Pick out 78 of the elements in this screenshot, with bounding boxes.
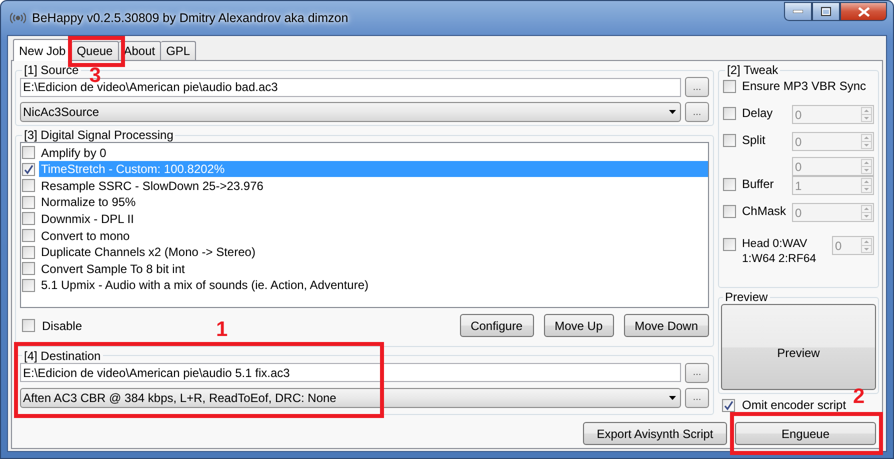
field-value: 0 bbox=[795, 206, 802, 220]
dropdown[interactable]: NicAc3Source bbox=[20, 102, 681, 122]
checkbox[interactable] bbox=[22, 146, 35, 160]
checkbox-label: Ensure MP3 VBR Sync bbox=[742, 78, 866, 94]
browse-button[interactable]: ... bbox=[685, 102, 709, 122]
checkbox[interactable] bbox=[723, 238, 736, 251]
list-item[interactable]: Normalize to 95% bbox=[39, 194, 708, 210]
group-title: [1] Source bbox=[23, 63, 80, 77]
minimize-icon bbox=[793, 10, 803, 13]
checkbox-label: ChMask bbox=[742, 203, 786, 219]
list-item[interactable]: 5.1 Upmix - Audio with a mix of sounds (ie. Action, Adventure) bbox=[39, 277, 708, 294]
checkbox[interactable] bbox=[22, 179, 35, 192]
dropdown[interactable]: Aften AC3 CBR @ 384 kbps, L+R, ReadToEof, DRC: None bbox=[20, 388, 681, 408]
export-button[interactable]: Export Avisynth Script bbox=[583, 422, 727, 445]
field-value: 0 bbox=[795, 134, 802, 148]
checkbox[interactable] bbox=[22, 162, 35, 176]
minimize-button[interactable] bbox=[784, 2, 812, 21]
list-item[interactable]: Convert Sample To 8 bit int bbox=[39, 260, 708, 277]
checkbox[interactable] bbox=[22, 319, 35, 332]
tab[interactable]: GPL bbox=[161, 41, 196, 60]
spinner-arrows-icon bbox=[861, 159, 872, 174]
dropdown-value: Aften AC3 CBR @ 384 kbps, L+R, ReadToEof, DRC: None bbox=[23, 390, 338, 405]
field-value: 1 bbox=[795, 178, 802, 192]
action-button[interactable]: Move Up bbox=[544, 314, 614, 338]
maximize-button[interactable] bbox=[812, 2, 840, 21]
checkbox[interactable] bbox=[22, 278, 35, 292]
maximize-icon bbox=[821, 7, 831, 16]
path-field[interactable]: E:\Edicion de video\American pie\audio 5.1 fix.ac3 bbox=[20, 363, 681, 382]
checkbox[interactable] bbox=[723, 178, 736, 191]
checkbox[interactable] bbox=[22, 212, 35, 226]
group-title: [3] Digital Signal Processing bbox=[23, 128, 174, 142]
checkbox[interactable] bbox=[22, 246, 35, 259]
group-title: [2] Tweak bbox=[726, 63, 780, 77]
checkbox-label: Buffer bbox=[742, 176, 775, 192]
checkbox-label: Split bbox=[742, 132, 766, 148]
group-title: Preview bbox=[724, 290, 769, 304]
browse-button[interactable]: ... bbox=[685, 362, 709, 383]
spinner-arrows-icon bbox=[861, 238, 872, 253]
action-button[interactable]: Configure bbox=[460, 314, 534, 338]
checkbox[interactable] bbox=[22, 196, 35, 209]
spinner-arrows-icon bbox=[861, 178, 872, 193]
browse-button[interactable]: ... bbox=[685, 388, 709, 408]
field-value: 0 bbox=[795, 108, 802, 122]
spinner-arrows-icon bbox=[861, 134, 872, 149]
list-item[interactable]: Resample SSRC - SlowDown 25->23.976 bbox=[39, 178, 708, 194]
list-item[interactable]: Downmix - DPL II bbox=[39, 210, 708, 227]
highlight-frame bbox=[68, 36, 125, 67]
dropdown-value: NicAc3Source bbox=[23, 105, 100, 119]
spinner-arrows-icon bbox=[861, 205, 872, 220]
browse-button[interactable]: ... bbox=[685, 77, 709, 97]
close-button[interactable] bbox=[840, 2, 887, 21]
checkbox[interactable] bbox=[723, 134, 736, 147]
checkbox[interactable] bbox=[22, 262, 35, 276]
spinner-arrows-icon bbox=[861, 107, 872, 122]
list-item[interactable]: Duplicate Channels x2 (Mono -> Stereo) bbox=[39, 244, 708, 260]
caret-icon bbox=[669, 110, 676, 114]
group-title: [4] Destination bbox=[23, 348, 102, 363]
list-item[interactable]: Convert to mono bbox=[39, 228, 708, 244]
window-title: BeHappy v0.2.5.30809 by Dmitry Alexandrov aka dimzon bbox=[32, 11, 348, 25]
checkbox[interactable] bbox=[22, 229, 35, 242]
action-button[interactable]: Move Down bbox=[624, 314, 709, 338]
checkbox-label: Omit encoder script bbox=[742, 398, 846, 412]
checkbox[interactable] bbox=[723, 205, 736, 218]
checkbox[interactable] bbox=[723, 107, 736, 120]
checkbox[interactable] bbox=[722, 398, 735, 412]
field-value: 0 bbox=[835, 238, 842, 252]
checkbox-label: Head 0:WAV 1:W64 2:RF64 bbox=[742, 237, 818, 267]
callout-number: 1 bbox=[216, 318, 228, 342]
radio-waves-icon bbox=[10, 11, 26, 25]
checkbox[interactable] bbox=[723, 80, 736, 93]
close-icon bbox=[858, 6, 870, 16]
tab[interactable]: Queue bbox=[72, 41, 119, 60]
checkbox-label: Delay bbox=[742, 105, 774, 121]
enqueue-button[interactable]: Engueue bbox=[735, 422, 876, 445]
caret-icon bbox=[669, 396, 676, 400]
checkbox-label: Disable bbox=[42, 318, 82, 333]
field-value: 0 bbox=[795, 160, 802, 174]
list-item[interactable]: Amplify by 0 bbox=[39, 144, 708, 161]
